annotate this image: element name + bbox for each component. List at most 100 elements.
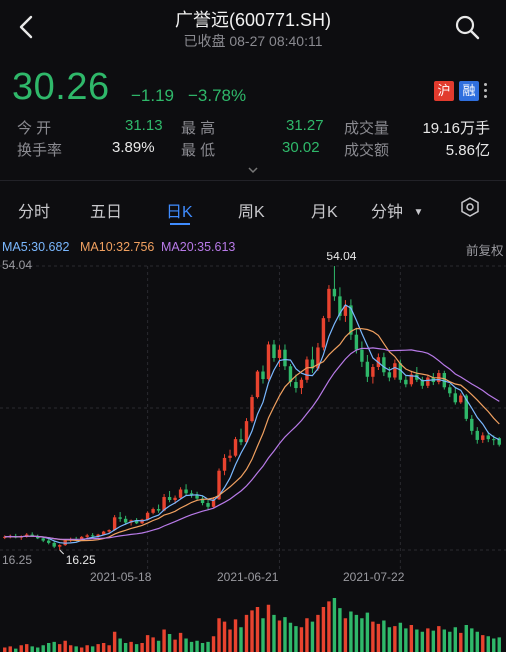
volume-bar [101, 643, 106, 652]
candle-body [294, 382, 298, 389]
tab-intraday[interactable]: 分时 [18, 198, 50, 222]
price-change: −1.19 [131, 86, 175, 105]
market-status: 已收盘 08-27 08:40:11 [183, 33, 323, 49]
candle-body [90, 535, 95, 537]
candle-body [354, 334, 359, 350]
stat-value-turnover-rate: 3.89% [112, 139, 155, 156]
volume-bar [217, 618, 221, 652]
volume-bar [79, 647, 84, 652]
ma10-line [4, 327, 500, 542]
volume-bar [57, 644, 62, 652]
tab-minute-label: 分钟 [371, 204, 404, 221]
volume-bar [464, 625, 468, 652]
volume-bar [426, 628, 430, 652]
tab-daily-k[interactable]: 日K [166, 198, 193, 222]
candle-body [371, 367, 375, 377]
volume-bar [349, 611, 353, 652]
volume-chart [3, 598, 501, 652]
candle-body [277, 349, 282, 358]
volume-bar [250, 610, 254, 652]
volume-bar [448, 631, 452, 652]
volume-bar [393, 626, 397, 652]
hexagon-settings-icon [461, 197, 479, 217]
volume-bar [173, 639, 177, 652]
stat-value-low: 30.02 [282, 139, 320, 156]
stat-value-volume: 19.16万手 [422, 120, 490, 137]
volume-bar [178, 632, 183, 652]
candle-body [184, 489, 188, 494]
candle-body [448, 387, 452, 394]
x-axis-label: 2021-06-21 [217, 570, 279, 584]
candle-body [206, 503, 210, 507]
candle-body [321, 318, 326, 348]
volume-bar [41, 645, 45, 652]
volume-bar [338, 608, 342, 652]
candle-body [233, 439, 238, 456]
volume-bar [63, 640, 67, 652]
volume-bar [90, 646, 95, 652]
candlestick-chart[interactable]: 54.04 16.25 [0, 252, 506, 572]
volume-bar [3, 647, 7, 652]
expand-chevron-icon[interactable] [246, 162, 260, 174]
candle-body [360, 349, 364, 362]
candle-body [332, 288, 337, 297]
candle-body [283, 349, 287, 367]
candle-body [382, 357, 386, 373]
volume-bar [420, 631, 425, 652]
candle-body [481, 435, 485, 440]
volume-bar [310, 621, 315, 652]
stat-value-open: 31.13 [125, 117, 163, 134]
volume-bar [437, 626, 441, 652]
candle-body [239, 439, 243, 443]
candle-body [250, 397, 254, 422]
volume-bar [470, 628, 474, 652]
volume-bar [398, 622, 403, 652]
volume-bar [321, 607, 326, 652]
volume-bar [8, 646, 12, 652]
volume-bar [360, 618, 364, 652]
price-change-percent: −3.78% [188, 86, 247, 105]
volume-bar [453, 627, 457, 652]
more-options-button[interactable] [480, 80, 492, 102]
candle-body [261, 371, 265, 380]
margin-trading-badge: 融 [459, 81, 479, 101]
volume-bar [112, 631, 117, 652]
candle-body [272, 344, 276, 358]
stat-label-open: 今 开 [17, 120, 52, 137]
candle-body [305, 359, 309, 380]
caret-down-icon: ▼ [413, 207, 424, 218]
volume-bar [283, 617, 287, 652]
volume-bar [354, 614, 359, 652]
candle-body [327, 288, 331, 319]
tab-five-day[interactable]: 五日 [90, 198, 122, 222]
volume-bar [30, 646, 34, 652]
tab-minute[interactable]: 分钟 ▼ [371, 198, 423, 222]
candle-body [426, 377, 430, 386]
volume-bar [151, 637, 155, 652]
y-axis-bottom-label: 16.25 [2, 553, 33, 567]
volume-bar [167, 634, 172, 652]
volume-bar [382, 620, 386, 652]
candle-body [299, 379, 304, 389]
volume-bar [255, 607, 260, 652]
volume-bar [266, 604, 271, 652]
search-button[interactable] [454, 14, 480, 40]
candle-body [156, 509, 161, 511]
tab-monthly-k[interactable]: 月K [311, 198, 338, 222]
candle-body [486, 435, 490, 440]
candle-body [85, 535, 89, 537]
ma20-line [4, 347, 500, 540]
volume-bar [74, 646, 78, 652]
candle-body [173, 497, 177, 501]
shanghai-exchange-badge: 沪 [434, 81, 454, 101]
candle-body [112, 517, 117, 531]
volume-bar [129, 641, 133, 652]
candle-body [107, 530, 111, 532]
high-price-label: 54.04 [326, 252, 356, 263]
tab-weekly-k[interactable]: 周K [238, 198, 265, 222]
candle-body [123, 518, 128, 523]
volume-bar [288, 622, 293, 652]
low-marker [59, 549, 65, 555]
chart-settings-button[interactable] [460, 197, 480, 217]
volume-bar [19, 645, 23, 652]
